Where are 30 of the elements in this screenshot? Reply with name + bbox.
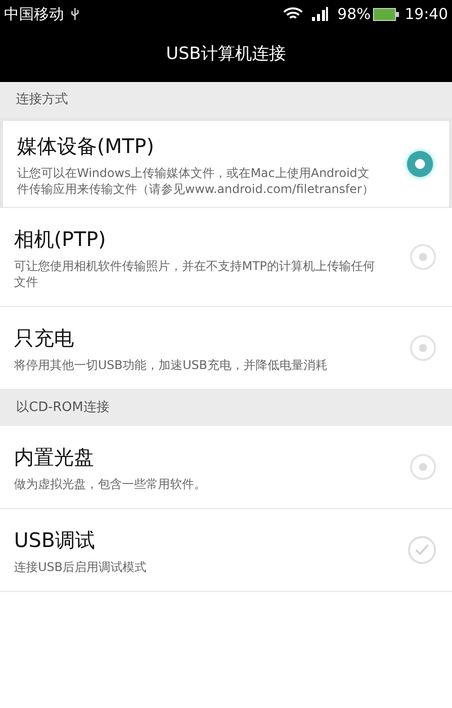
usb-icon [70,7,80,21]
screen-title: USB计算机连接 [166,43,286,66]
option-row[interactable]: 媒体设备(MTP) 让您可以在Windows上传输媒体文件，或在Mac上使用Android文件传输应用来传输文件（请参见www.android.com/filetransfer） [0,118,452,208]
battery-icon [372,8,399,20]
option-title: 内置光盘 [14,444,95,471]
option-row[interactable]: 相机(PTP) 可让您使用相机软件传输照片，并在不支持MTP的计算机上传输任何文件 [0,208,452,307]
option-description: 做为虚拟光盘，包含一些常用软件。 [14,476,207,492]
option-title: 相机(PTP) [14,226,107,253]
option-description: 连接USB后启用调试模式 [14,559,148,575]
option-description: 将停用其他一切USB功能，加速USB充电，并降低电量消耗 [14,357,328,373]
option-description: 让您可以在Windows上传输媒体文件，或在Mac上使用Android文件传输应用来传输文件（请参见www.android.com/filetransfer） [17,165,375,197]
section-header: 以CD-ROM连接 [0,390,452,426]
clock: 19:40 [404,4,448,25]
radio-button[interactable] [407,151,433,177]
option-title: 只充电 [14,325,75,352]
radio-button[interactable] [410,335,436,361]
section-header: 连接方式 [0,82,452,118]
wifi-icon [283,7,304,21]
battery-percent: 98% [337,4,371,25]
option-row[interactable]: 内置光盘 做为虚拟光盘，包含一些常用软件。 [0,426,452,509]
check-icon [415,544,429,556]
signal-icon [311,7,330,21]
checkbox[interactable] [408,536,436,564]
radio-button[interactable] [410,454,436,480]
option-title: USB调试 [14,527,96,554]
option-description: 可让您使用相机软件传输照片，并在不支持MTP的计算机上传输任何文件 [14,258,376,290]
radio-button[interactable] [410,244,436,270]
option-row[interactable]: USB调试 连接USB后启用调试模式 [0,509,452,592]
option-title: 媒体设备(MTP) [17,133,156,160]
carrier-name: 中国移动 [4,4,64,25]
